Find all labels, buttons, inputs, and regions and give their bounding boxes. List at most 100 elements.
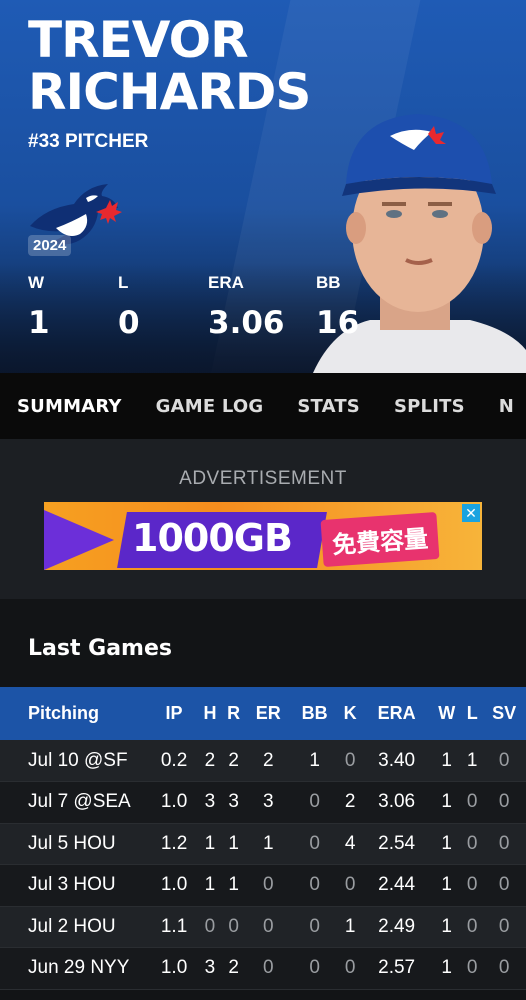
stat-cell: 2 [344, 791, 356, 813]
ad-close-icon[interactable]: ✕ [462, 504, 480, 522]
stat-value: 0 [118, 305, 140, 341]
table-row[interactable]: Jun 29 NYY 1.0 3 2 0 0 0 2.57 1 0 0 [0, 947, 526, 989]
stat-cell: 0 [466, 915, 478, 937]
column-header: ER [255, 703, 281, 723]
stat-cell: 2 [228, 957, 239, 979]
game-label-cell: Jul 2 HOU [28, 915, 116, 937]
stat-cell: 1 [441, 957, 452, 979]
last-games-table: Pitching IP H R ER BB K ERA W L SV Jul 1… [0, 687, 526, 990]
stat-losses: L 0 [118, 273, 140, 341]
stat-cell: 3 [204, 957, 216, 979]
tab-next-truncated[interactable]: N [499, 396, 514, 417]
stat-cell: 1 [204, 832, 216, 854]
table-header-row: Pitching IP H R ER BB K ERA W L SV [0, 687, 526, 740]
game-label-cell: Jul 3 HOU [28, 874, 116, 896]
ad-triangle-decor [44, 510, 114, 570]
game-label-cell: Jun 29 NYY [28, 957, 130, 979]
stat-cell: 1.2 [160, 832, 188, 854]
section-title: Last Games [28, 636, 172, 661]
stat-cell: 0 [344, 957, 356, 979]
game-label-cell: Jul 10 @SF [28, 749, 128, 771]
column-header: BB [301, 703, 328, 723]
table-row[interactable]: Jul 2 HOU 1.1 0 0 0 0 1 2.49 1 0 0 [0, 906, 526, 948]
column-header: IP [165, 703, 183, 723]
stat-value: 1 [28, 305, 50, 341]
column-header: H [203, 703, 217, 723]
stat-cell: 3 [204, 791, 216, 813]
stat-value: 16 [316, 305, 360, 341]
stat-cell: 1 [466, 749, 478, 771]
column-header: L [466, 703, 478, 723]
stat-cell: 4 [344, 832, 356, 854]
stat-cell: 3.40 [378, 749, 416, 771]
player-name: TREVOR RICHARDS [28, 11, 311, 118]
tab-splits[interactable]: SPLITS [394, 396, 465, 417]
stat-cell: 0 [498, 874, 510, 896]
stat-label: W [28, 273, 45, 292]
stat-walks: BB 16 [316, 273, 359, 341]
column-header: SV [492, 703, 517, 723]
stat-cell: 3 [228, 791, 239, 813]
stat-cell: 2.54 [378, 832, 416, 854]
last-games-section: Last Games Pitching IP H R ER BB K ERA W… [0, 602, 526, 1000]
stat-cell: 0 [228, 915, 239, 937]
stat-cell: 0 [466, 832, 478, 854]
stat-cell: 1.0 [160, 874, 188, 896]
stat-cell: 1 [441, 749, 452, 771]
stat-label: L [118, 273, 129, 292]
stat-cell: 2 [204, 749, 216, 771]
table-row[interactable]: Jul 3 HOU 1.0 1 1 0 0 0 2.44 1 0 0 [0, 864, 526, 906]
stat-cell: 0 [309, 832, 320, 854]
stat-cell: 0 [309, 957, 320, 979]
column-header: K [343, 703, 357, 723]
stat-cell: 0 [309, 874, 320, 896]
stat-cell: 0 [344, 874, 356, 896]
stat-cell: 0 [498, 749, 510, 771]
game-label-cell: Jul 7 @SEA [28, 791, 131, 813]
stat-cell: 0 [498, 957, 510, 979]
stat-cell: 1 [441, 832, 452, 854]
last-games-body: Jul 10 @SF 0.2 2 2 2 1 0 3.40 1 1 0 Jul 7 @SEA 1.0 3 3… [0, 740, 526, 989]
stat-value: 3.06 [208, 305, 285, 341]
stat-cell: 3.06 [378, 791, 416, 813]
stat-label: BB [316, 273, 341, 292]
stat-label: ERA [208, 273, 244, 292]
stat-cell: 0 [466, 791, 478, 813]
stat-cell: 0 [498, 915, 510, 937]
stat-cell: 1 [344, 915, 356, 937]
stat-cell: 2.57 [378, 957, 416, 979]
tab-summary[interactable]: SUMMARY [17, 396, 122, 417]
player-hero: TREVOR RICHARDS #33 PITCHER 2024 W 1 L 0… [0, 0, 526, 373]
stat-cell: 3 [262, 791, 274, 813]
stat-wins: W 1 [28, 273, 50, 341]
table-row[interactable]: Jul 10 @SF 0.2 2 2 2 1 0 3.40 1 1 0 [0, 740, 526, 782]
tab-game-log[interactable]: GAME LOG [156, 396, 264, 417]
stat-cell: 0 [498, 791, 510, 813]
game-label-cell: Jul 5 HOU [28, 832, 116, 854]
stat-cell: 0 [262, 957, 274, 979]
stat-cell: 1.0 [160, 791, 188, 813]
ad-banner[interactable]: 1000GB 免費容量 ✕ [44, 502, 482, 570]
stat-cell: 0 [466, 874, 478, 896]
player-first-name: TREVOR [28, 11, 249, 69]
stat-cell: 1 [262, 832, 274, 854]
table-row[interactable]: Jul 7 @SEA 1.0 3 3 3 0 2 3.06 1 0 0 [0, 781, 526, 823]
column-header: Pitching [28, 703, 99, 723]
stat-cell: 1 [441, 791, 452, 813]
stat-cell: 1.1 [160, 915, 188, 937]
column-header: ERA [377, 703, 416, 723]
stat-cell: 2 [262, 749, 274, 771]
ad-headline: 1000GB [132, 516, 293, 560]
player-number-position: #33 PITCHER [28, 131, 149, 152]
stat-cell: 2.44 [378, 874, 416, 896]
stat-cell: 0 [262, 874, 274, 896]
advertisement-area: ADVERTISEMENT 1000GB 免費容量 ✕ [0, 439, 526, 599]
column-header: R [227, 703, 241, 723]
stat-cell: 1.0 [160, 957, 188, 979]
table-row[interactable]: Jul 5 HOU 1.2 1 1 1 0 4 2.54 1 0 0 [0, 823, 526, 865]
stat-cell: 0 [204, 915, 216, 937]
stat-cell: 0 [344, 749, 356, 771]
ad-cta: 免費容量 [320, 512, 440, 567]
tab-stats[interactable]: STATS [297, 396, 360, 417]
season-badge[interactable]: 2024 [28, 235, 72, 256]
